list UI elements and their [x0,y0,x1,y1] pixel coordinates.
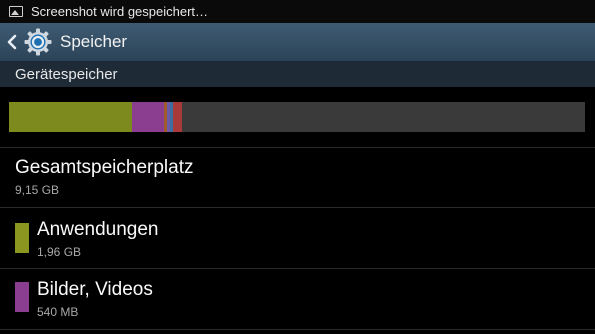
image-icon [9,6,23,17]
status-notification-text: Screenshot wird gespeichert… [31,4,209,19]
action-bar: Speicher [0,23,595,62]
page-title: Speicher [60,32,128,51]
usage-segment-6 [173,102,182,132]
total-storage-value: 9,15 GB [15,183,60,197]
status-bar: Screenshot wird gespeichert… [0,0,595,23]
usage-segment-2 [132,102,164,132]
storage-item-pictures-videos[interactable]: Bilder, Videos 540 MB [0,269,595,334]
total-storage-label: Gesamtspeicherplatz [15,157,194,178]
usage-segment-1 [9,102,132,132]
color-swatch [15,223,29,253]
storage-item-label: Anwendungen [37,219,159,240]
storage-item-value: 540 MB [37,305,79,319]
section-title: Gerätespeicher [15,66,118,83]
storage-item-apps[interactable]: Anwendungen 1,96 GB [0,208,595,268]
color-swatch [15,282,29,312]
chevron-left-icon[interactable] [7,34,17,50]
section-header: Gerätespeicher [0,62,595,87]
divider [0,329,595,330]
gear-icon[interactable] [23,27,53,57]
storage-item-label: Bilder, Videos [37,279,153,300]
storage-item-value: 1,96 GB [37,245,82,259]
storage-usage-bar [9,102,585,132]
total-storage-row: Gesamtspeicherplatz 9,15 GB [0,148,595,206]
